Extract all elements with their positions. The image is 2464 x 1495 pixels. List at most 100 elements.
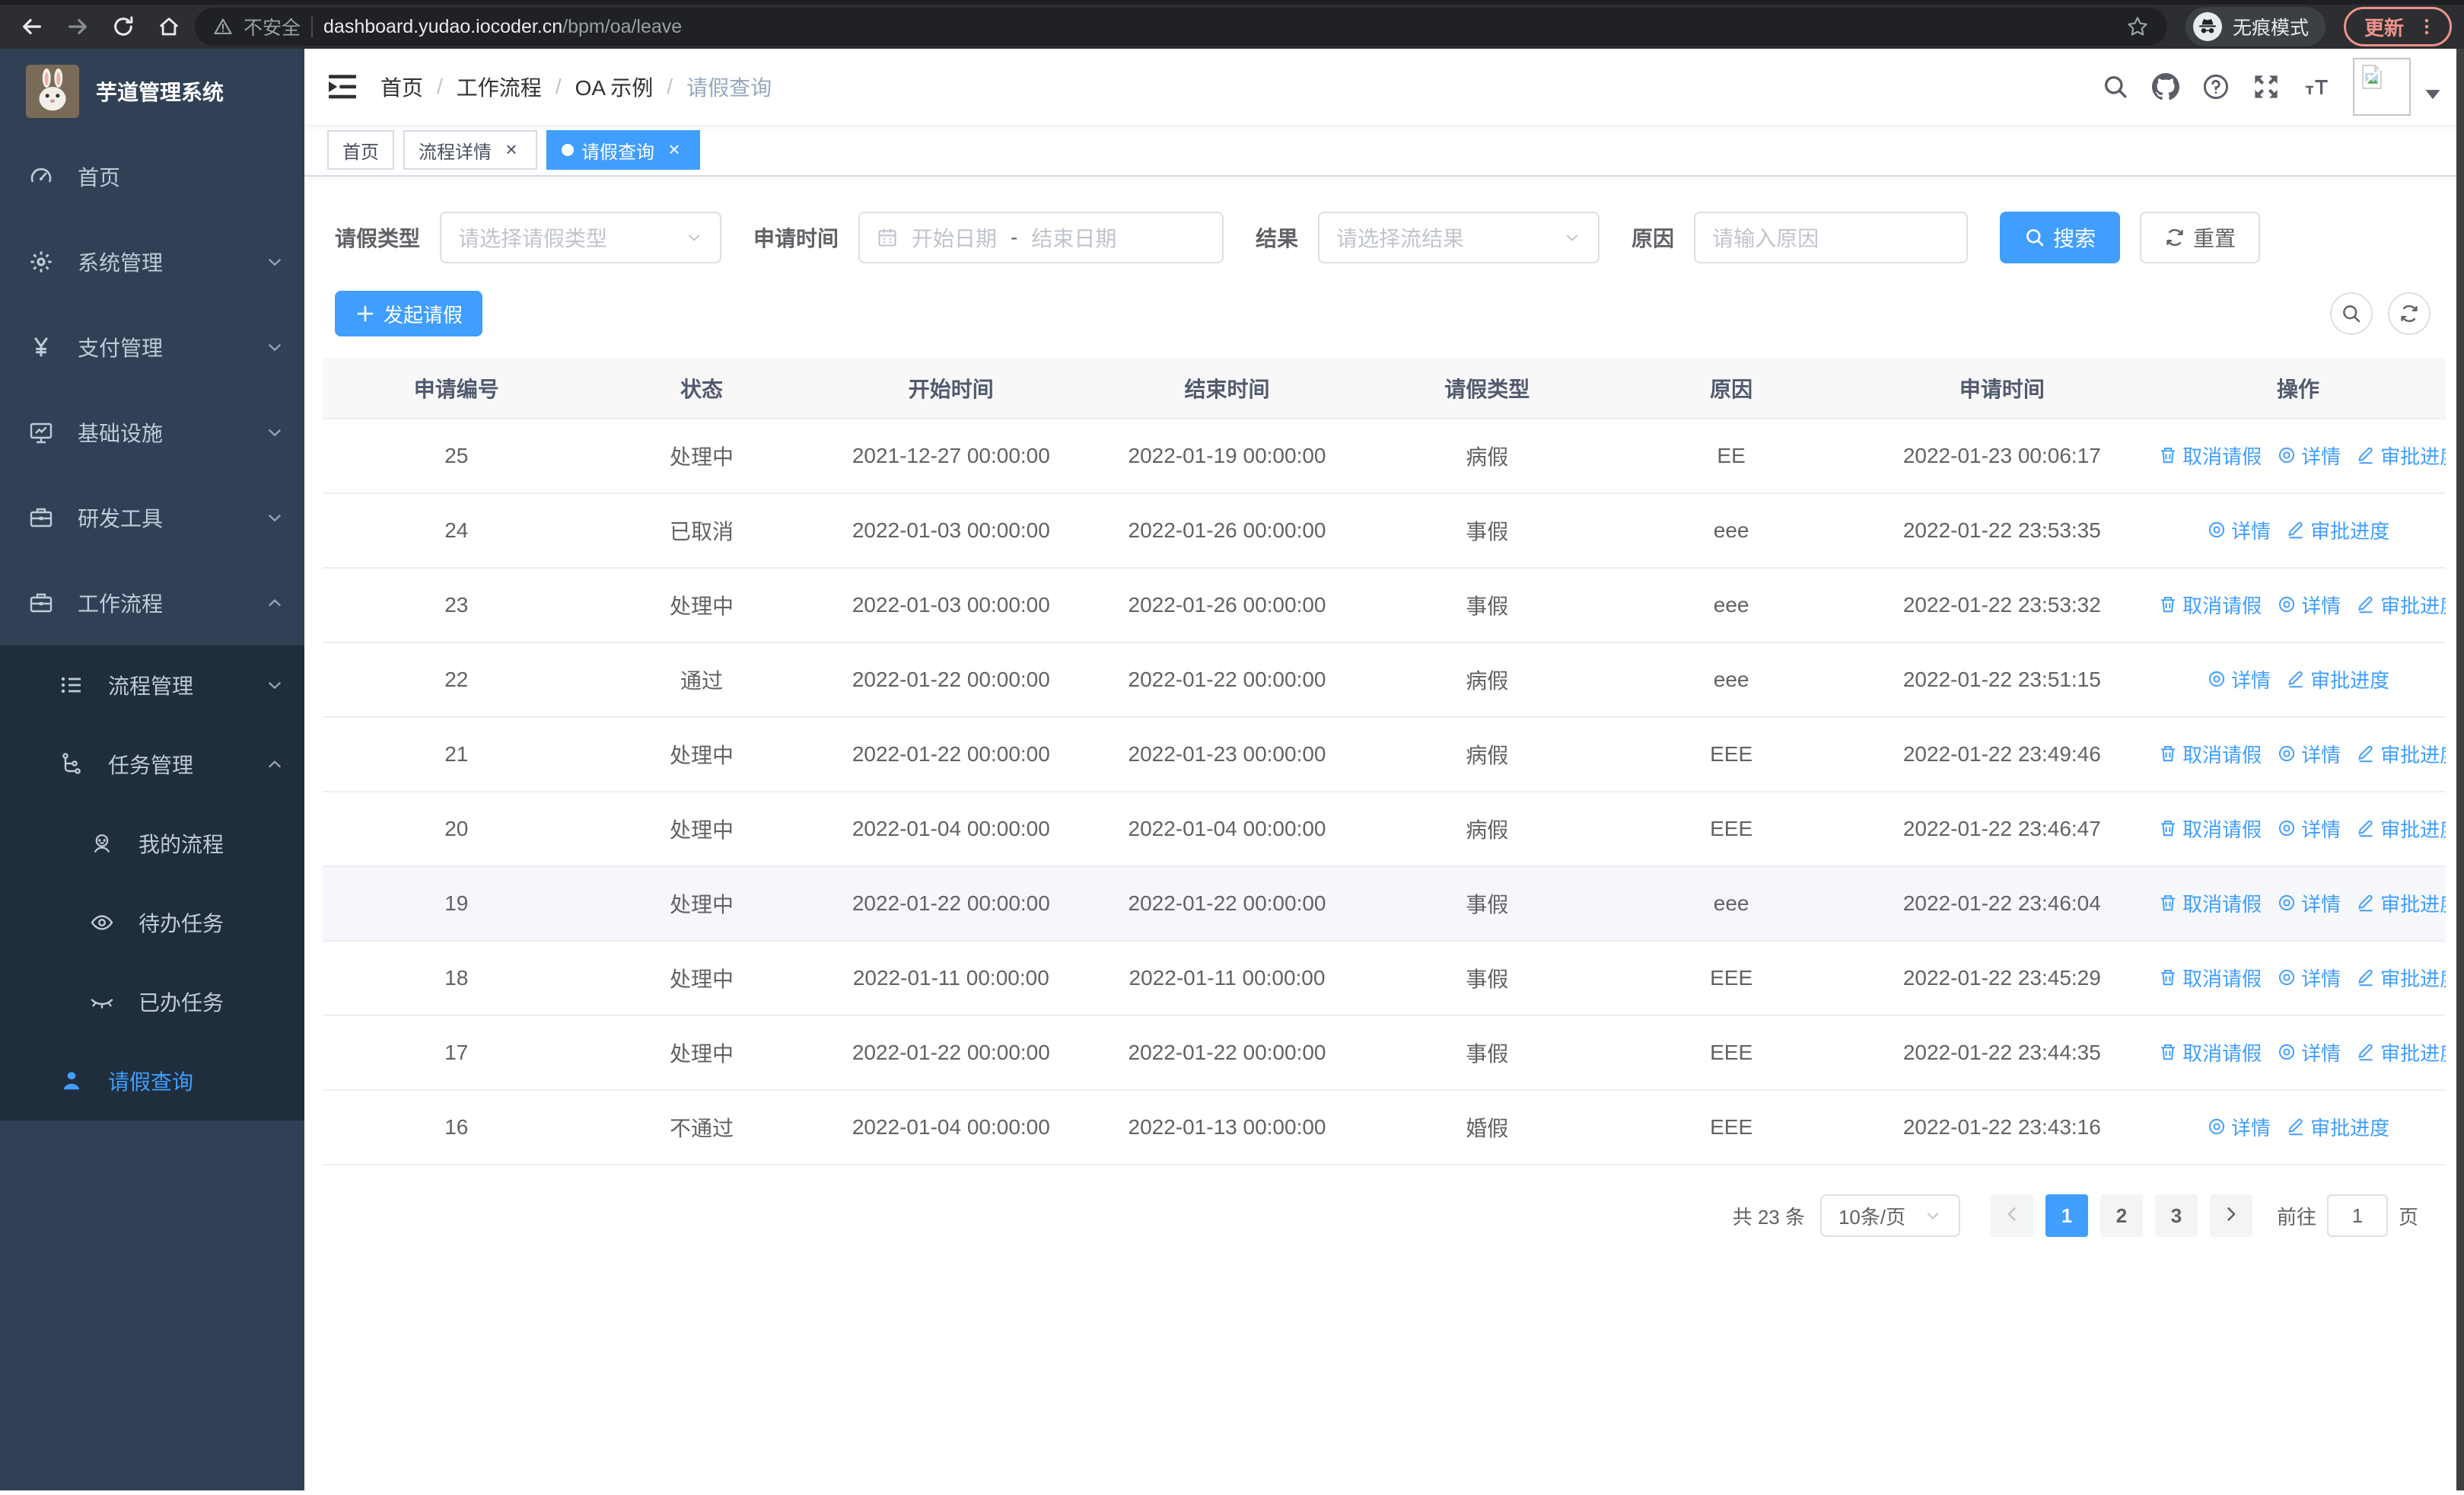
sidebar-item-infra[interactable]: 基础设施 — [0, 390, 304, 475]
app-logo-row[interactable]: 芋道管理系统 — [0, 49, 304, 134]
sidebar-item-todo-tasks[interactable]: 待办任务 — [0, 883, 304, 962]
create-leave-button[interactable]: 发起请假 — [335, 291, 483, 336]
prev-page-button[interactable] — [1990, 1194, 2033, 1237]
page-button[interactable]: 3 — [2154, 1194, 2198, 1237]
update-button[interactable]: 更新 — [2343, 7, 2452, 46]
cell-status: 不通过 — [590, 1090, 813, 1165]
bookmark-star-icon[interactable] — [2126, 15, 2149, 38]
question-button[interactable] — [2202, 73, 2230, 100]
table-row[interactable]: 17 处理中 2022-01-22 00:00:00 2022-01-22 00:00… — [323, 1015, 2446, 1091]
action-detail-link[interactable]: 详情 — [2277, 591, 2341, 619]
apply-time-range-input[interactable]: 开始日期 - 结束日期 — [858, 212, 1224, 263]
next-page-button[interactable] — [2209, 1194, 2252, 1237]
action-cancel-link[interactable]: 取消请假 — [2158, 964, 2262, 992]
tab-close-icon[interactable]: × — [501, 139, 522, 161]
tab-process-detail[interactable]: 流程详情 × — [403, 130, 537, 170]
avatar[interactable] — [2353, 58, 2411, 116]
action-progress-link[interactable]: 审批进度 — [2356, 740, 2446, 768]
address-bar[interactable]: 不安全 dashboard.yudao.iocoder.cn/bpm/oa/le… — [195, 8, 2167, 46]
action-detail-link[interactable]: 详情 — [2277, 964, 2341, 992]
sidebar-item-home[interactable]: 首页 — [0, 134, 304, 219]
action-cancel-link[interactable]: 取消请假 — [2158, 591, 2262, 619]
action-progress-link[interactable]: 审批进度 — [2286, 516, 2389, 544]
table-row[interactable]: 18 处理中 2022-01-11 00:00:00 2022-01-11 00:00… — [323, 941, 2446, 1016]
action-detail-link[interactable]: 详情 — [2207, 1113, 2271, 1141]
cell-id: 25 — [323, 419, 591, 494]
breadcrumb-item[interactable]: OA 示例 — [575, 72, 654, 102]
cell-status: 处理中 — [590, 568, 813, 643]
breadcrumb-item[interactable]: 首页 — [380, 72, 423, 102]
action-progress-link[interactable]: 审批进度 — [2356, 814, 2446, 843]
sidebar-item-my-process[interactable]: 我的流程 — [0, 804, 304, 883]
action-cancel-link[interactable]: 取消请假 — [2158, 814, 2262, 843]
action-progress-link[interactable]: 审批进度 — [2356, 591, 2446, 619]
search-button[interactable] — [2102, 73, 2129, 100]
sidebar-item-leave-query[interactable]: 请假查询 — [0, 1041, 304, 1120]
action-detail-link[interactable]: 详情 — [2277, 814, 2341, 843]
sidebar-item-workflow[interactable]: 工作流程 — [0, 560, 304, 645]
leave-type-select[interactable]: 请选择请假类型 — [440, 212, 722, 263]
table-row[interactable]: 22 通过 2022-01-22 00:00:00 2022-01-22 00:00:… — [323, 642, 2446, 718]
action-progress-link[interactable]: 审批进度 — [2356, 964, 2446, 992]
table-search-toggle-button[interactable] — [2330, 292, 2373, 335]
scrollbar[interactable] — [2456, 49, 2464, 1490]
tab-leave-query[interactable]: 请假查询 × — [546, 130, 700, 170]
action-progress-link[interactable]: 审批进度 — [2286, 1113, 2389, 1141]
kebab-menu-icon[interactable] — [2416, 16, 2437, 37]
action-detail-link[interactable]: 详情 — [2207, 516, 2271, 544]
action-detail-link[interactable]: 详情 — [2277, 441, 2341, 470]
action-cancel-link[interactable]: 取消请假 — [2158, 1038, 2262, 1066]
action-label: 审批进度 — [2380, 1041, 2446, 1065]
table-row[interactable]: 21 处理中 2022-01-22 00:00:00 2022-01-23 00:00… — [323, 717, 2446, 792]
font-size-button[interactable] — [2303, 73, 2330, 100]
reason-label: 原因 — [1632, 227, 1675, 250]
goto-input[interactable]: 1 — [2326, 1194, 2388, 1237]
table-row[interactable]: 25 处理中 2021-12-27 00:00:00 2022-01-19 00:00… — [323, 419, 2446, 494]
page-button[interactable]: 2 — [2099, 1194, 2143, 1237]
table-refresh-button[interactable] — [2388, 292, 2431, 335]
menu-fold-button[interactable] — [327, 73, 358, 100]
action-cancel-link[interactable]: 取消请假 — [2158, 889, 2262, 917]
cell-reason: EEE — [1609, 1090, 1854, 1165]
action-progress-link[interactable]: 审批进度 — [2356, 441, 2446, 470]
reason-input[interactable]: 请输入原因 — [1694, 212, 1969, 263]
browser-forward-button[interactable] — [58, 7, 97, 46]
sidebar-item-task-mgmt[interactable]: 任务管理 — [0, 725, 304, 804]
cell-leave-type: 病假 — [1364, 642, 1609, 718]
sidebar-item-payment[interactable]: 支付管理 — [0, 304, 304, 390]
reset-button[interactable]: 重置 — [2140, 212, 2261, 263]
action-cancel-link[interactable]: 取消请假 — [2158, 441, 2262, 470]
sidebar-item-process-mgmt[interactable]: 流程管理 — [0, 645, 304, 725]
action-progress-link[interactable]: 审批进度 — [2356, 1038, 2446, 1066]
breadcrumb-item[interactable]: 工作流程 — [457, 72, 542, 102]
browser-reload-button[interactable] — [103, 7, 143, 46]
page-button[interactable]: 1 — [2045, 1194, 2088, 1237]
search-button[interactable]: 搜索 — [2000, 212, 2121, 263]
action-detail-link[interactable]: 详情 — [2277, 889, 2341, 917]
cell-apply-time: 2022-01-23 00:06:17 — [1853, 419, 2151, 494]
browser-back-button[interactable] — [12, 7, 52, 46]
sidebar-item-system[interactable]: 系统管理 — [0, 219, 304, 304]
tab-close-icon[interactable]: × — [664, 139, 685, 161]
action-detail-link[interactable]: 详情 — [2207, 665, 2271, 693]
sidebar-item-devtools[interactable]: 研发工具 — [0, 475, 304, 560]
tab-home[interactable]: 首页 — [327, 130, 394, 170]
browser-home-button[interactable] — [149, 7, 189, 46]
table-row[interactable]: 16 不通过 2022-01-04 00:00:00 2022-01-13 00:00… — [323, 1090, 2446, 1165]
page-size-select[interactable]: 10条/页 — [1819, 1194, 1960, 1237]
action-detail-link[interactable]: 详情 — [2277, 1038, 2341, 1066]
action-progress-link[interactable]: 审批进度 — [2356, 889, 2446, 917]
chevron-down-icon — [265, 675, 285, 695]
result-select[interactable]: 请选择流结果 — [1318, 212, 1600, 263]
table-row[interactable]: 23 处理中 2022-01-03 00:00:00 2022-01-26 00:00… — [323, 568, 2446, 643]
github-button[interactable] — [2152, 73, 2179, 100]
fullscreen-button[interactable] — [2252, 73, 2280, 100]
table-row[interactable]: 24 已取消 2022-01-03 00:00:00 2022-01-26 00:00… — [323, 493, 2446, 569]
sidebar-item-done-tasks[interactable]: 已办任务 — [0, 962, 304, 1041]
caret-down-icon[interactable] — [2424, 73, 2441, 100]
action-cancel-link[interactable]: 取消请假 — [2158, 740, 2262, 768]
action-progress-link[interactable]: 审批进度 — [2286, 665, 2389, 693]
table-row[interactable]: 19 处理中 2022-01-22 00:00:00 2022-01-22 00:00… — [323, 866, 2446, 942]
table-row[interactable]: 20 处理中 2022-01-04 00:00:00 2022-01-04 00:00… — [323, 792, 2446, 867]
action-detail-link[interactable]: 详情 — [2277, 740, 2341, 768]
